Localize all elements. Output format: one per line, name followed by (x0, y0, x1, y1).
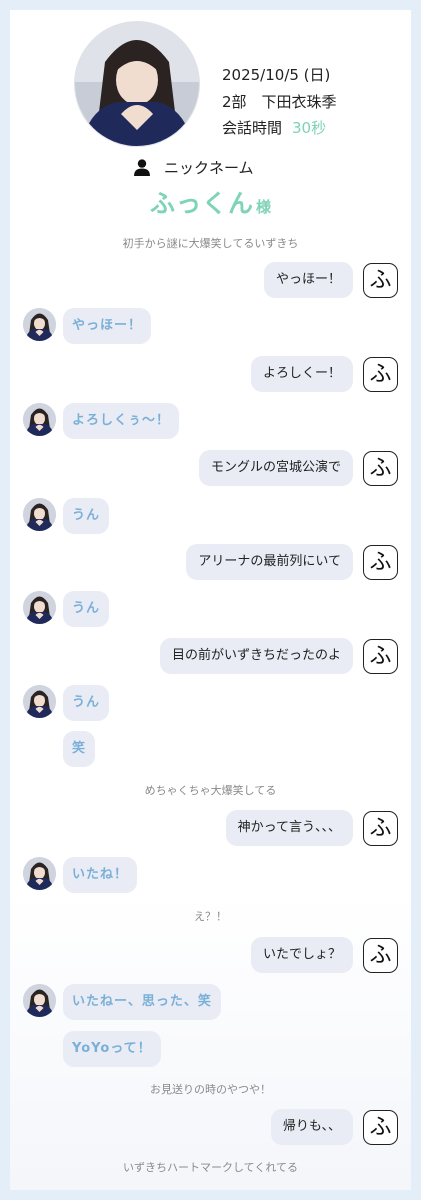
my-message-bubble: モングルの宮城公演で (198, 450, 353, 486)
my-avatar-icon: ふ (363, 263, 398, 298)
idol-message-bubble: よろしくぅ〜！ (63, 403, 180, 439)
my-avatar-icon: ふ (363, 811, 398, 846)
idol-message-bubble: いたねー、思った、笑 (63, 984, 221, 1020)
nickname-title: ふっくん様 (10, 184, 411, 220)
nickname-suffix: 様 (256, 198, 272, 216)
idol-avatar (23, 857, 56, 890)
my-avatar-icon: ふ (363, 639, 398, 674)
my-message-bubble: よろしくー！ (250, 356, 353, 392)
idol-message-bubble: うん (63, 591, 110, 627)
duration-value: 30秒 (292, 119, 327, 137)
idol-avatar (23, 591, 56, 624)
nickname-label: ニックネーム (164, 159, 254, 177)
chat-card: 2025/10/5 (日) 2部 下田衣珠季 会話時間 30秒 ニックネーム ふっ… (10, 10, 411, 1190)
chat-note: 初手から謎に大爆笑してるいずきち (122, 237, 299, 250)
idol-message-bubble: うん (63, 498, 110, 534)
profile-photo (74, 21, 200, 147)
chat-note: いずきちハートマークしてくれてる (122, 1161, 298, 1174)
idol-avatar (23, 308, 56, 341)
idol-message-bubble: いたね！ (63, 857, 138, 893)
chat-note: え？！ (194, 910, 227, 923)
my-avatar-icon: ふ (363, 545, 398, 580)
person-icon (134, 159, 150, 176)
my-avatar-icon: ふ (363, 1110, 398, 1145)
my-message-bubble: アリーナの最前列にいて (186, 544, 353, 580)
duration-label: 会話時間 (222, 119, 283, 137)
idol-avatar (23, 685, 56, 718)
idol-avatar (23, 403, 56, 436)
my-avatar-icon: ふ (363, 451, 398, 486)
idol-message-bubble: 笑 (63, 731, 96, 767)
idol-avatar (23, 498, 56, 531)
duration-row: 会話時間 30秒 (222, 117, 326, 138)
nickname-row: ニックネーム (134, 157, 254, 178)
idol-avatar (23, 984, 56, 1017)
idol-message-bubble: やっほー！ (63, 308, 152, 344)
chat-date: 2025/10/5 (日) (222, 66, 331, 84)
my-message-bubble: いたでしょ？ (250, 937, 353, 973)
my-message-bubble: 目の前がいずきちだったのよ (159, 638, 353, 674)
my-avatar-icon: ふ (363, 357, 398, 392)
chat-note: めちゃくちゃ大爆笑してる (144, 784, 277, 797)
idol-message-bubble: YoYoって！ (63, 1031, 161, 1067)
chat-note: お見送りの時のやつや！ (150, 1083, 271, 1096)
my-message-bubble: 神かって言う、、、 (225, 810, 353, 846)
my-message-bubble: 帰りも、、 (270, 1109, 353, 1145)
my-avatar-icon: ふ (363, 938, 398, 973)
nickname: ふっくん (149, 189, 254, 218)
my-message-bubble: やっほー！ (263, 262, 353, 298)
idol-message-bubble: うん (63, 685, 110, 721)
session-member: 2部 下田衣珠季 (222, 93, 337, 111)
